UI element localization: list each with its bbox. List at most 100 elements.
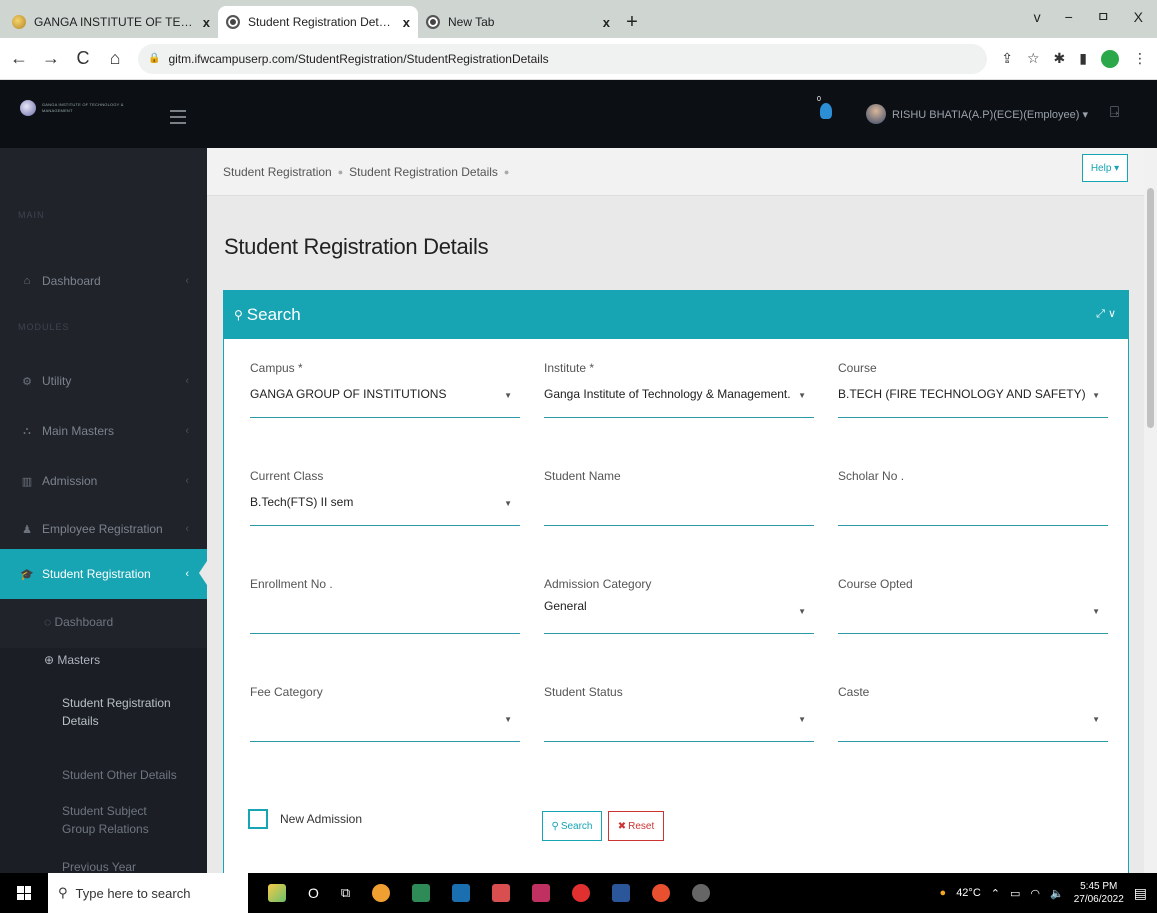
field-label: Scholar No . (838, 469, 905, 483)
wifi-icon[interactable]: ◠ (1030, 887, 1040, 900)
chevron-up-icon[interactable]: ⌃ (991, 887, 1000, 900)
field-value: Ganga Institute of Technology & Manageme… (544, 387, 791, 401)
hamburger-menu-icon[interactable] (170, 110, 186, 128)
reload-icon[interactable]: C (74, 48, 92, 69)
user-avatar[interactable] (866, 104, 886, 124)
bookmark-star-icon[interactable]: ☆ (1027, 50, 1040, 67)
sign-out-icon[interactable]: ⍈ (1110, 104, 1119, 121)
sidebar-item-student-registration[interactable]: 🎓 Student Registration ‹ (0, 549, 207, 599)
more-menu-icon[interactable]: ⋮ (1133, 50, 1147, 67)
sidebar-sub-student-other-details[interactable]: Student Other Details (0, 752, 207, 796)
new-tab-button[interactable]: + (618, 6, 646, 38)
share-icon[interactable]: ⇪ (1001, 50, 1013, 67)
home-icon[interactable]: ⌂ (106, 48, 124, 69)
volume-icon[interactable]: 🔈 (1050, 887, 1064, 900)
sidebar-item-employee-registration[interactable]: ♟ Employee Registration ‹ (0, 504, 207, 554)
notifications-icon[interactable]: ▤ (1134, 885, 1147, 902)
sidebar-sub-masters[interactable]: ⊕ Masters (0, 648, 207, 672)
search-button[interactable]: ⚲ Search (542, 811, 602, 841)
field-underline (544, 633, 814, 634)
tab-close-icon[interactable]: x (403, 15, 410, 30)
app-icon[interactable] (532, 884, 551, 902)
tab-close-icon[interactable]: x (203, 15, 210, 30)
windows-logo-icon (17, 886, 31, 900)
side-panel-icon[interactable]: ▮ (1079, 50, 1087, 67)
cortana-icon[interactable]: O (308, 885, 319, 901)
weather-icon[interactable]: ● (940, 887, 947, 899)
dropdown-caret-icon: ▼ (504, 391, 512, 400)
current-class-select[interactable]: Current Class B.Tech(FTS) II sem ▼ (250, 469, 520, 531)
word-icon[interactable] (612, 884, 631, 902)
caste-select[interactable]: Caste ▼ (838, 685, 1108, 747)
restore-icon[interactable]: ㅁ (1097, 7, 1110, 27)
dropdown-caret-icon: ▼ (1092, 607, 1100, 616)
help-button[interactable]: Help ▾ (1082, 154, 1128, 182)
sidebar-sub-student-subject-group-relations[interactable]: Student Subject Group Relations (0, 796, 207, 852)
field-value: General (544, 599, 587, 613)
sidebar-item-admission[interactable]: ▥ Admission ‹ (0, 456, 207, 506)
breadcrumb-separator-icon: ● (337, 166, 344, 177)
student-status-select[interactable]: Student Status ▼ (544, 685, 814, 747)
breadcrumb-item[interactable]: Student Registration Details (349, 165, 498, 179)
minimize-icon[interactable]: − (1065, 9, 1073, 25)
graduation-cap-icon: 🎓 (20, 568, 34, 581)
close-window-icon[interactable]: X (1134, 9, 1143, 25)
browser-tab-student-registration[interactable]: Student Registration Details - IFW x (218, 6, 418, 38)
file-explorer-icon[interactable] (452, 884, 471, 902)
clock[interactable]: 5:45 PM 27/06/2022 (1074, 880, 1124, 906)
sidebar-sub-previous-year[interactable]: Previous Year (0, 852, 207, 873)
chrome-icon[interactable] (372, 884, 391, 902)
course-select[interactable]: Course B.TECH (FIRE TECHNOLOGY AND SAFET… (838, 361, 1108, 423)
breadcrumb-item[interactable]: Student Registration (223, 165, 332, 179)
sidebar-sub-student-registration-details[interactable]: Student Registration Details (0, 672, 207, 752)
widgets-icon[interactable] (268, 884, 286, 902)
sidebar-item-label: Dashboard (42, 274, 101, 288)
sidebar-item-utility[interactable]: ⚙ Utility ‹ (0, 356, 207, 406)
scrollbar-thumb[interactable] (1147, 188, 1154, 428)
admission-category-select[interactable]: Admission Category General ▼ (544, 577, 814, 639)
battery-icon[interactable]: ▭ (1010, 887, 1020, 900)
page-scrollbar[interactable] (1144, 148, 1157, 873)
notification-bell-icon[interactable] (820, 103, 832, 119)
fee-category-select[interactable]: Fee Category ▼ (250, 685, 520, 747)
opera-icon[interactable] (572, 884, 591, 902)
task-view-icon[interactable]: ⧉ (341, 885, 350, 901)
new-admission-row: New Admission (248, 809, 362, 829)
campus-select[interactable]: Campus * GANGA GROUP OF INSTITUTIONS ▼ (250, 361, 520, 423)
field-label: Institute * (544, 361, 595, 375)
extensions-icon[interactable]: ✱ (1054, 50, 1066, 67)
sidebar-item-dashboard[interactable]: ⌂ Dashboard ‹ (0, 256, 207, 306)
weather-temp[interactable]: 42°C (956, 887, 981, 899)
institute-logo-icon[interactable] (20, 100, 36, 116)
chevron-left-icon: ‹ (185, 425, 189, 437)
browser-tab-ganga[interactable]: GANGA INSTITUTE OF TECHNOLOGY x (4, 6, 218, 38)
forward-arrow-icon[interactable]: → (42, 48, 60, 69)
profile-icon[interactable] (1101, 49, 1119, 68)
sidebar-item-label: Employee Registration (42, 522, 163, 536)
tab-close-icon[interactable]: x (603, 15, 610, 30)
app-icon[interactable] (492, 884, 511, 902)
student-name-input[interactable]: Student Name (544, 469, 814, 531)
sidebar-sub-dashboard[interactable]: ◌ Dashboard (0, 615, 207, 629)
app-icon[interactable] (692, 884, 711, 902)
user-menu[interactable]: RISHU BHATIA(A.P)(ECE)(Employee) ▾ (892, 108, 1088, 121)
sidebar-item-main-masters[interactable]: ⛬ Main Masters ‹ (0, 406, 207, 456)
url-field[interactable]: 🔒 gitm.ifwcampuserp.com/StudentRegistrat… (138, 43, 988, 74)
app-icon[interactable] (412, 884, 431, 902)
breadcrumb-separator-icon: ● (503, 166, 510, 177)
collapse-chevron-icon[interactable]: ∨ (1108, 308, 1116, 320)
chrome-profile-icon[interactable] (652, 884, 671, 902)
scholar-no-input[interactable]: Scholar No . (838, 469, 1108, 531)
enrollment-no-input[interactable]: Enrollment No . (250, 577, 520, 639)
search-panel: ⚲ Search ⤢ ∨ Campus * GANGA GROUP OF INS… (223, 290, 1129, 873)
reset-button[interactable]: ✖ Reset (608, 811, 664, 841)
taskbar-search[interactable]: ⚲ Type here to search (48, 873, 248, 913)
course-opted-select[interactable]: Course Opted ▼ (838, 577, 1108, 639)
expand-icon[interactable]: ⤢ (1096, 308, 1105, 320)
institute-select[interactable]: Institute * Ganga Institute of Technolog… (544, 361, 814, 423)
browser-tab-new-tab[interactable]: New Tab x (418, 6, 618, 38)
tab-search-chevron-icon[interactable]: v (1034, 9, 1041, 25)
new-admission-checkbox[interactable] (248, 809, 268, 829)
start-button[interactable] (0, 873, 48, 913)
back-arrow-icon[interactable]: ← (10, 48, 28, 69)
